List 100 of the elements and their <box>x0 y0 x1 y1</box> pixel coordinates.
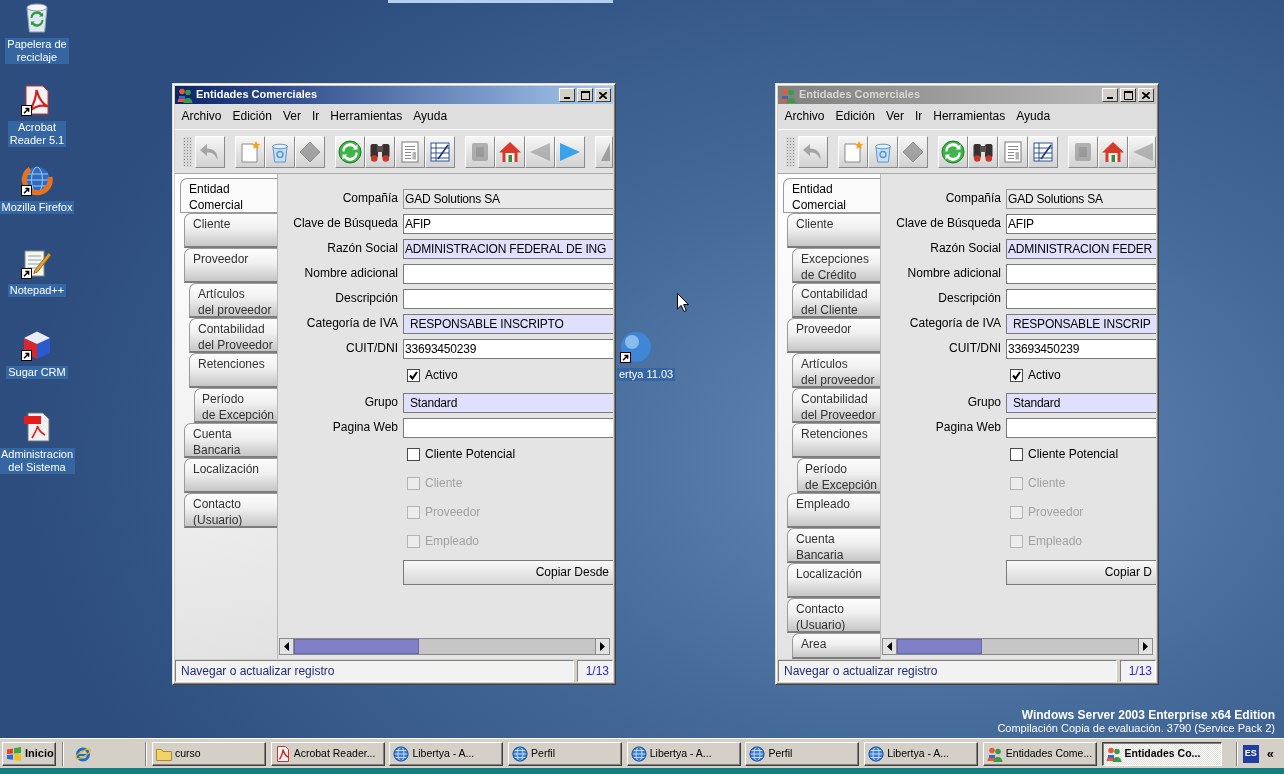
text-field[interactable]: ADMINISTRACION FEDER <box>1006 238 1156 259</box>
desktop-icon-label[interactable]: Notepad++ <box>7 284 67 297</box>
find-button[interactable] <box>968 135 998 168</box>
taskbar-button[interactable]: Libertya - A... <box>389 741 504 766</box>
taskbar-button[interactable]: Perfil <box>508 741 623 766</box>
text-field[interactable] <box>1006 288 1156 309</box>
menu-item[interactable]: Archivo <box>176 109 227 124</box>
text-field[interactable]: AFIP <box>1006 213 1156 234</box>
scroll-right-button[interactable] <box>595 639 609 654</box>
scroll-left-button[interactable] <box>280 639 294 654</box>
taskbar-button[interactable]: Libertya - A... <box>864 741 979 766</box>
menu-item[interactable]: Ayuda <box>1010 109 1056 124</box>
refresh-button[interactable] <box>938 135 968 168</box>
menu-item[interactable]: Herramientas <box>927 109 1011 124</box>
tab[interactable]: Contacto (Usuario) <box>787 598 880 633</box>
new-button[interactable] <box>235 135 265 168</box>
taskbar-button[interactable]: Perfil <box>745 741 860 766</box>
tab[interactable]: Período de Excepción <box>194 388 277 423</box>
tab[interactable]: Excepciones de Crédito <box>792 248 880 283</box>
text-field[interactable]: 33693450239 <box>403 338 613 359</box>
tab[interactable]: Entidad Comercial <box>783 178 880 213</box>
tab[interactable]: Contabilidad del Proveedor <box>792 388 880 423</box>
text-field[interactable] <box>1006 263 1156 284</box>
horizontal-scrollbar[interactable] <box>882 638 1153 655</box>
tab[interactable]: Cliente <box>184 213 277 248</box>
menu-item[interactable]: Herramientas <box>324 109 408 124</box>
desktop-icon-label[interactable]: Papelera de reciclaje <box>5 38 69 64</box>
desktop-icon-label[interactable]: ertya 11.03 <box>617 368 676 381</box>
tab[interactable]: Entidad Comercial <box>180 178 277 213</box>
home-button[interactable] <box>495 135 525 168</box>
checkbox-label[interactable]: Cliente Potencial <box>1028 447 1119 462</box>
notepad-icon[interactable] <box>21 247 53 279</box>
tab[interactable]: Localización <box>184 458 277 493</box>
show-hidden-icons-button[interactable]: « <box>1264 747 1276 760</box>
text-field[interactable]: GAD Solutions SA <box>1006 188 1156 209</box>
tab[interactable]: Contabilidad del Proveedor <box>189 318 277 353</box>
copy-from-button[interactable]: Copiar Desde <box>403 559 613 585</box>
document-icon[interactable] <box>21 411 53 443</box>
delete-button[interactable] <box>265 135 295 168</box>
checkbox-label[interactable]: Activo <box>425 368 458 383</box>
menu-item[interactable]: Ir <box>306 109 325 124</box>
close-button[interactable] <box>595 88 611 102</box>
dropdown-field[interactable]: Standard <box>403 392 613 413</box>
taskbar-button[interactable]: Acrobat Reader... <box>270 741 385 766</box>
taskbar-button[interactable]: Libertya - A... <box>626 741 741 766</box>
start-button[interactable]: Inicio <box>2 741 56 766</box>
toolbar-grip[interactable] <box>786 136 795 167</box>
next-button[interactable] <box>555 135 585 168</box>
maximize-button[interactable] <box>577 88 593 102</box>
menu-item[interactable]: Ver <box>880 109 910 124</box>
scroll-left-button[interactable] <box>883 639 897 654</box>
menu-item[interactable]: Ayuda <box>407 109 453 124</box>
tab[interactable]: Localización <box>787 563 880 598</box>
text-field[interactable]: 33693450239 <box>1006 338 1156 359</box>
tab[interactable]: Retenciones <box>189 353 277 388</box>
form-button[interactable] <box>425 135 455 168</box>
tab[interactable]: Período de Excepción <box>797 458 880 493</box>
scroll-right-button[interactable] <box>1138 639 1152 654</box>
desktop-icon-label[interactable]: Administracion del Sistema <box>0 448 76 474</box>
text-field[interactable]: ADMINISTRACION FEDERAL DE ING <box>403 238 613 259</box>
copy-from-button[interactable]: Copiar D <box>1006 559 1156 585</box>
text-field[interactable] <box>403 263 613 284</box>
checkbox[interactable] <box>1010 448 1023 461</box>
checkbox[interactable] <box>407 369 420 382</box>
new-button[interactable] <box>838 135 868 168</box>
menu-item[interactable]: Ir <box>909 109 928 124</box>
dropdown-field[interactable]: Standard <box>1006 392 1156 413</box>
tab[interactable]: Proveedor <box>787 318 880 353</box>
horizontal-scrollbar[interactable] <box>279 638 610 655</box>
text-field[interactable] <box>403 417 613 438</box>
dropdown-field[interactable]: RESPONSABLE INSCRIPTO <box>403 313 613 334</box>
cube-icon[interactable] <box>21 329 53 361</box>
form-button[interactable] <box>1028 135 1058 168</box>
text-field[interactable] <box>1006 417 1156 438</box>
checkbox[interactable] <box>1010 369 1023 382</box>
menu-item[interactable]: Edición <box>830 109 881 124</box>
taskbar-button[interactable]: Entidades Co... <box>1101 741 1222 766</box>
checkbox-label[interactable]: Activo <box>1028 368 1061 383</box>
tab[interactable]: Cliente <box>787 213 880 248</box>
tab[interactable]: Retenciones <box>792 423 880 458</box>
tab[interactable]: Contabilidad del Cliente <box>792 283 880 318</box>
language-indicator[interactable]: ES <box>1242 744 1259 763</box>
tab[interactable]: Artículos del proveedor <box>792 353 880 388</box>
dropdown-field[interactable]: RESPONSABLE INSCRIP <box>1006 313 1156 334</box>
desktop-icon-label[interactable]: Acrobat Reader 5.1 <box>7 121 67 147</box>
home-button[interactable] <box>1098 135 1128 168</box>
taskbar-button[interactable]: Entidades Come... <box>982 741 1097 766</box>
checkbox[interactable] <box>407 448 420 461</box>
tab[interactable]: Empleado <box>787 493 880 528</box>
tab[interactable]: Contacto (Usuario) <box>184 493 277 528</box>
checkbox-label[interactable]: Cliente Potencial <box>425 447 516 462</box>
taskbar-button[interactable]: curso <box>152 741 266 766</box>
find-button[interactable] <box>365 135 395 168</box>
browser-icon[interactable] <box>75 745 91 762</box>
tab[interactable]: Area <box>792 633 880 659</box>
menu-item[interactable]: Archivo <box>779 109 830 124</box>
text-field[interactable] <box>403 288 613 309</box>
minimize-button[interactable] <box>559 88 575 102</box>
tab[interactable]: Cuenta Bancaria <box>787 528 880 563</box>
scrollbar-thumb[interactable] <box>897 639 982 654</box>
